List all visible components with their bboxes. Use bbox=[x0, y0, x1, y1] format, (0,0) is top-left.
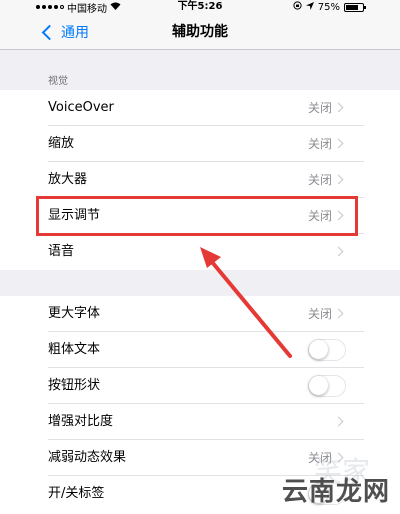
row-speech[interactable]: 语音 bbox=[0, 234, 400, 270]
toggle-knob bbox=[309, 376, 328, 395]
row-increase-contrast[interactable]: 增强对比度 bbox=[0, 404, 400, 440]
row-bold-text: 粗体文本 bbox=[0, 332, 400, 368]
row-label: 放大器 bbox=[48, 172, 88, 187]
phone-screen: 中国移动 下午5:26 75% 辅助功能 通用 视觉 VoiceOver 关闭 … bbox=[0, 0, 400, 514]
row-label: 缩放 bbox=[48, 136, 75, 151]
chevron-right-icon bbox=[333, 246, 344, 257]
bold-text-toggle[interactable] bbox=[308, 339, 346, 361]
chevron-left-icon bbox=[41, 24, 58, 40]
row-label: 粗体文本 bbox=[48, 342, 101, 357]
battery-percent: 75% bbox=[317, 1, 340, 13]
battery-icon bbox=[344, 2, 366, 12]
section-header-label: 视觉 bbox=[48, 76, 68, 87]
row-label: VoiceOver bbox=[48, 100, 114, 115]
status-bar: 中国移动 下午5:26 75% bbox=[0, 0, 400, 15]
row-label: 更大字体 bbox=[48, 306, 101, 321]
location-icon bbox=[305, 1, 314, 13]
chevron-right-icon bbox=[333, 138, 344, 149]
row-label: 开/关标签 bbox=[48, 486, 105, 501]
row-label: 减弱动态效果 bbox=[48, 450, 127, 465]
watermark: 云南龙网 bbox=[281, 477, 390, 507]
row-value: 关闭 bbox=[307, 137, 332, 151]
row-larger-text[interactable]: 更大字体 关闭 bbox=[0, 296, 400, 332]
annotation-highlight-box bbox=[36, 196, 358, 236]
status-right: 75% bbox=[293, 0, 366, 14]
row-label: 增强对比度 bbox=[48, 414, 114, 429]
row-button-shapes: 按钮形状 bbox=[0, 368, 400, 404]
chevron-right-icon bbox=[333, 174, 344, 185]
back-button[interactable]: 通用 bbox=[40, 18, 89, 46]
row-zoom[interactable]: 缩放 关闭 bbox=[0, 126, 400, 162]
back-label: 通用 bbox=[61, 25, 89, 41]
row-label: 语音 bbox=[48, 244, 75, 259]
row-value: 关闭 bbox=[307, 101, 332, 115]
navigation-bar: 辅助功能 通用 bbox=[0, 14, 400, 50]
row-value: 关闭 bbox=[307, 173, 332, 187]
row-value: 关闭 bbox=[307, 307, 332, 321]
section-header-vision: 视觉 bbox=[0, 50, 400, 94]
chevron-right-icon bbox=[333, 102, 344, 113]
row-label: 按钮形状 bbox=[48, 378, 101, 393]
row-voiceover[interactable]: VoiceOver 关闭 bbox=[0, 90, 400, 126]
chevron-right-icon bbox=[333, 308, 344, 319]
vision-group: VoiceOver 关闭 缩放 关闭 放大器 关闭 显示调节 关闭 语音 bbox=[0, 90, 400, 270]
row-magnifier[interactable]: 放大器 关闭 bbox=[0, 162, 400, 198]
toggle-knob bbox=[309, 340, 328, 359]
button-shapes-toggle[interactable] bbox=[308, 375, 346, 397]
chevron-right-icon bbox=[333, 416, 344, 427]
orientation-lock-icon bbox=[293, 1, 302, 13]
